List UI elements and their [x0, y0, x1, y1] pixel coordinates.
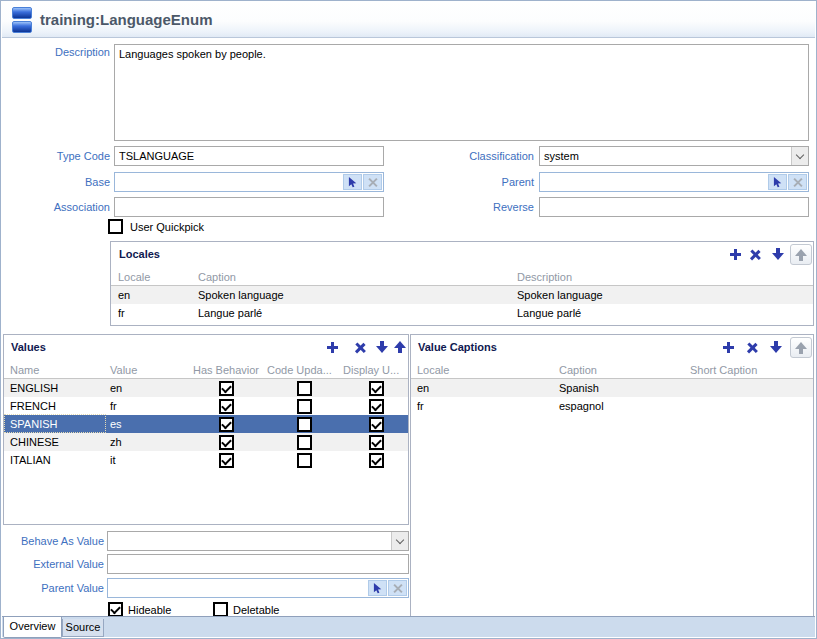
display-update-checkbox[interactable]	[369, 453, 384, 468]
stacked-blocks-icon	[12, 7, 32, 33]
table-row[interactable]: en Spoken language Spoken language	[111, 286, 813, 304]
base-field[interactable]	[114, 172, 384, 192]
external-value-label: External Value	[1, 554, 104, 574]
move-down-icon[interactable]	[772, 248, 784, 260]
parent-value-field[interactable]	[107, 578, 409, 598]
pick-reference-icon[interactable]	[343, 174, 362, 190]
delete-icon[interactable]	[749, 248, 761, 260]
table-row-selected[interactable]: SPANISH es	[4, 415, 408, 433]
delete-icon[interactable]	[746, 341, 758, 353]
has-behavior-checkbox[interactable]	[219, 417, 234, 432]
locales-panel: Locales Locale Caption Description en Sp…	[110, 241, 814, 326]
table-row[interactable]: fr Langue parlé Langue parlé	[111, 304, 813, 322]
clear-icon[interactable]	[388, 580, 407, 596]
pick-reference-icon[interactable]	[368, 580, 387, 596]
parent-label: Parent	[401, 172, 534, 192]
classification-label: Classification	[401, 146, 534, 166]
has-behavior-checkbox[interactable]	[219, 399, 234, 414]
table-row[interactable]: fr espagnol	[411, 397, 813, 415]
values-panel: Values Name Value Has Behavior Code Upda…	[3, 334, 409, 525]
move-down-icon[interactable]	[376, 341, 388, 353]
code-update-checkbox[interactable]	[297, 453, 312, 468]
base-label: Base	[1, 172, 110, 192]
type-code-label: Type Code	[1, 146, 110, 166]
description-field[interactable]: Languages spoken by people.	[114, 44, 809, 141]
delete-icon[interactable]	[354, 341, 366, 353]
user-quickpick-checkbox[interactable]	[108, 219, 123, 234]
tab-overview[interactable]: Overview	[3, 617, 62, 638]
chevron-down-icon[interactable]	[391, 532, 408, 550]
parent-field[interactable]	[539, 172, 809, 192]
value-captions-title: Value Captions	[418, 341, 497, 353]
code-update-checkbox[interactable]	[297, 381, 312, 396]
move-down-icon[interactable]	[770, 341, 782, 353]
values-title: Values	[11, 341, 46, 353]
table-row[interactable]: CHINESE zh	[4, 433, 408, 451]
reverse-field[interactable]	[539, 197, 809, 217]
parent-value-label: Parent Value	[1, 578, 104, 598]
table-row[interactable]: FRENCH fr	[4, 397, 408, 415]
external-value-field[interactable]	[107, 554, 409, 574]
display-update-checkbox[interactable]	[369, 435, 384, 450]
code-update-checkbox[interactable]	[297, 417, 312, 432]
header: training:LanguageEnum	[2, 2, 815, 38]
clear-icon[interactable]	[788, 174, 807, 190]
value-captions-panel: Value Captions Locale Caption Short Capt…	[410, 334, 814, 617]
has-behavior-checkbox[interactable]	[219, 381, 234, 396]
move-up-button[interactable]	[790, 337, 812, 358]
add-icon[interactable]	[326, 341, 338, 353]
move-up-button[interactable]	[790, 244, 812, 265]
window: training:LanguageEnum Description Langua…	[0, 0, 817, 639]
move-up-icon[interactable]	[394, 341, 406, 353]
move-up-icon	[795, 249, 807, 261]
display-update-checkbox[interactable]	[369, 399, 384, 414]
has-behavior-checkbox[interactable]	[219, 453, 234, 468]
code-update-checkbox[interactable]	[297, 399, 312, 414]
table-row[interactable]: en Spanish	[411, 379, 813, 397]
behave-as-value-select[interactable]	[107, 531, 409, 551]
deletable-checkbox[interactable]	[213, 602, 228, 617]
has-behavior-checkbox[interactable]	[219, 435, 234, 450]
association-label: Association	[1, 197, 110, 217]
table-row[interactable]: ITALIAN it	[4, 451, 408, 469]
chevron-down-icon[interactable]	[791, 147, 808, 165]
code-update-checkbox[interactable]	[297, 435, 312, 450]
add-icon[interactable]	[729, 248, 741, 260]
display-update-checkbox[interactable]	[369, 417, 384, 432]
reverse-label: Reverse	[401, 197, 534, 217]
clear-icon[interactable]	[363, 174, 382, 190]
locales-title: Locales	[119, 248, 160, 260]
description-label: Description	[1, 45, 110, 59]
page-title: training:LanguageEnum	[40, 11, 213, 28]
classification-select[interactable]: system	[539, 146, 809, 166]
user-quickpick-label: User Quickpick	[130, 220, 204, 235]
pick-reference-icon[interactable]	[768, 174, 787, 190]
table-row[interactable]: ENGLISH en	[4, 379, 408, 397]
display-update-checkbox[interactable]	[369, 381, 384, 396]
hideable-checkbox[interactable]	[108, 602, 123, 617]
tab-source[interactable]: Source	[62, 619, 104, 637]
association-field[interactable]	[114, 197, 384, 217]
tab-strip	[2, 616, 815, 637]
add-icon[interactable]	[722, 341, 734, 353]
behave-as-value-label: Behave As Value	[1, 531, 104, 551]
type-code-field[interactable]: TSLANGUAGE	[114, 146, 384, 166]
move-up-icon	[795, 342, 807, 354]
